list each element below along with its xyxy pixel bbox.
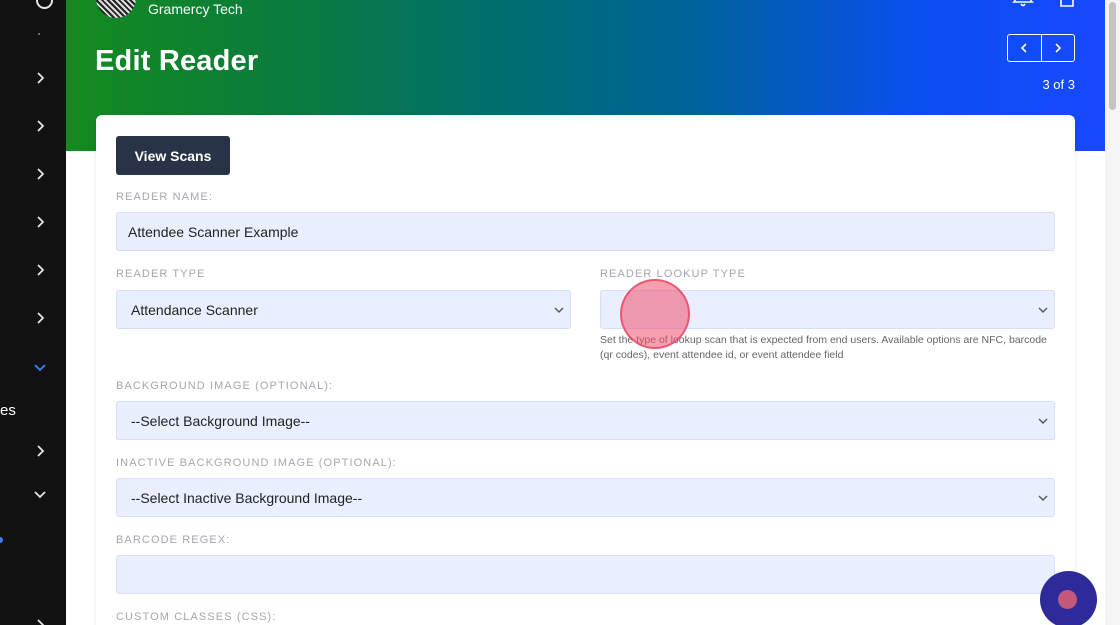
- chevron-down-icon: [1038, 416, 1048, 426]
- click-indicator: [620, 279, 690, 349]
- chevron-down-icon: [1038, 305, 1048, 315]
- inactive-background-image-select[interactable]: --Select Inactive Background Image--: [116, 478, 1055, 517]
- power-icon[interactable]: [36, 0, 53, 9]
- background-image-label: BACKGROUND IMAGE (OPTIONAL):: [116, 380, 334, 392]
- background-image-value: --Select Background Image--: [131, 412, 310, 429]
- reader-name-label: READER NAME:: [116, 191, 213, 203]
- barcode-regex-input[interactable]: [116, 555, 1055, 594]
- sidebar-expand-4-chevron-right-icon[interactable]: [33, 215, 47, 229]
- active-indicator: [0, 537, 3, 543]
- lookup-type-label: READER LOOKUP TYPE: [600, 268, 746, 280]
- sidebar-item-label[interactable]: es: [0, 402, 16, 419]
- sidebar-collapse-chevron-down-icon[interactable]: [33, 487, 47, 501]
- background-image-select[interactable]: --Select Background Image--: [116, 401, 1055, 440]
- reader-name-value: Attendee Scanner Example: [128, 223, 299, 240]
- sidebar-expand-3-chevron-right-icon[interactable]: [33, 167, 47, 181]
- barcode-regex-label: BARCODE REGEX:: [116, 534, 231, 546]
- reader-name-input[interactable]: Attendee Scanner Example: [116, 212, 1055, 251]
- user-icon[interactable]: [1058, 0, 1076, 7]
- sidebar-collapse-active-chevron-down-icon[interactable]: [33, 360, 47, 374]
- org-name: Gramercy Tech: [148, 1, 243, 17]
- reader-type-label: READER TYPE: [116, 268, 206, 280]
- inactive-background-image-label: INACTIVE BACKGROUND IMAGE (OPTIONAL):: [116, 457, 397, 469]
- page-title: Edit Reader: [95, 45, 259, 77]
- view-scans-button[interactable]: View Scans: [116, 136, 230, 175]
- chevron-left-icon: [1021, 43, 1027, 53]
- form-card: [96, 115, 1075, 625]
- previous-record-button[interactable]: [1008, 35, 1041, 61]
- bell-icon[interactable]: [1012, 0, 1034, 8]
- sidebar-expand-5-chevron-right-icon[interactable]: [33, 263, 47, 277]
- custom-classes-label: CUSTOM CLASSES (CSS):: [116, 611, 277, 623]
- sidebar: es: [0, 0, 66, 625]
- reader-type-select[interactable]: Attendance Scanner: [116, 290, 571, 329]
- help-chat-button[interactable]: [1040, 571, 1097, 625]
- sidebar-expand-2-chevron-right-icon[interactable]: [33, 119, 47, 133]
- record-pager: [1007, 34, 1075, 62]
- sidebar-expand-6-chevron-right-icon[interactable]: [33, 311, 47, 325]
- chevron-right-icon: [1055, 43, 1061, 53]
- chevron-down-icon: [554, 305, 564, 315]
- next-record-button[interactable]: [1040, 35, 1075, 61]
- chevron-down-icon: [1038, 493, 1048, 503]
- chat-icon: [1058, 590, 1077, 609]
- page-scrollbar[interactable]: [1105, 0, 1120, 625]
- sidebar-expand-7-chevron-right-icon[interactable]: [33, 444, 47, 458]
- inactive-background-image-value: --Select Inactive Background Image--: [131, 489, 363, 506]
- sidebar-dot: [38, 33, 40, 35]
- reader-type-value: Attendance Scanner: [131, 301, 258, 318]
- sidebar-expand-1-chevron-right-icon[interactable]: [33, 71, 47, 85]
- scrollbar-thumb[interactable]: [1109, 2, 1116, 110]
- pagination-count: 3 of 3: [1042, 77, 1075, 92]
- sidebar-expand-8-chevron-right-icon[interactable]: [33, 618, 47, 625]
